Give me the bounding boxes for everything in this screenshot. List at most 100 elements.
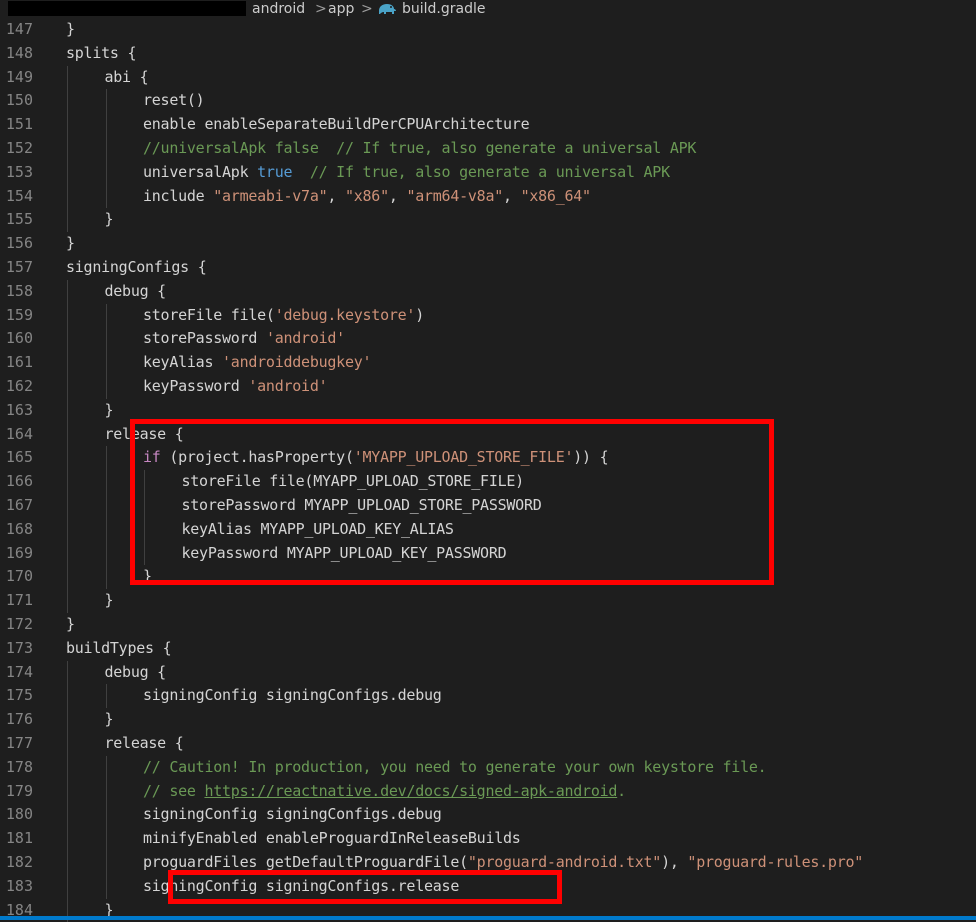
code-line[interactable]: 181 minifyEnabled enableProguardInRelease… — [0, 827, 976, 851]
code-line[interactable]: 158 debug { — [0, 279, 976, 304]
code-line[interactable]: 155} — [0, 208, 976, 233]
code-token: } — [104, 591, 114, 610]
code-line[interactable]: 175 signingConfig signingConfigs.debug — [0, 684, 976, 709]
code-text: } — [105, 399, 114, 423]
code-line[interactable]: 176} — [0, 708, 976, 732]
code-line[interactable]: 179 // see https://reactnative.dev/docs/s… — [0, 779, 976, 804]
code-text: } — [105, 208, 114, 232]
line-number: 171 — [5, 591, 33, 610]
code-token: proguardFiles getDefaultProguardFile( — [143, 853, 468, 871]
code-line[interactable]: 171} — [0, 589, 976, 613]
line-number: 151 — [5, 115, 33, 134]
line-number: 168 — [5, 519, 33, 538]
code-line[interactable]: 157 signingConfigs { — [0, 256, 976, 280]
code-line[interactable]: 178 // Caution! In production, you need t… — [0, 755, 976, 780]
indent-guide — [67, 279, 68, 304]
code-text: // see https://reactnative.dev/docs/sign… — [143, 780, 626, 804]
breadcrumb-item-build-gradle[interactable]: build.gradle — [402, 0, 486, 18]
code-line[interactable]: 173 buildTypes { — [0, 637, 976, 661]
code-line[interactable]: 156} — [0, 232, 976, 256]
code-line[interactable]: 162 keyPassword 'android' — [0, 375, 976, 399]
code-token: "proguard-android.txt" — [467, 853, 662, 871]
indent-guide — [105, 684, 107, 709]
line-number: 182 — [5, 853, 33, 871]
code-token: keyPassword — [143, 377, 249, 395]
indent-guide — [67, 113, 68, 137]
indent-guide — [67, 803, 68, 828]
code-line[interactable]: 148 splits { — [0, 42, 976, 66]
code-line[interactable]: 150 reset() — [0, 89, 976, 114]
code-token[interactable]: https://reactnative.dev/docs/signed-apk-… — [204, 782, 617, 800]
code-line[interactable]: 151 enable enableSeparateBuildPerCPUArchi… — [0, 113, 976, 137]
code-token: signingConfigs { — [66, 258, 207, 276]
line-number: 155 — [5, 210, 33, 229]
line-number: 178 — [5, 757, 33, 776]
line-number: 165 — [5, 448, 33, 467]
breadcrumb-item-android[interactable]: android — [252, 0, 305, 18]
indent-guide — [67, 755, 68, 780]
code-token: } — [66, 234, 75, 253]
indent-guide — [67, 446, 68, 471]
line-number: 157 — [5, 258, 33, 276]
indent-guide — [105, 160, 107, 185]
code-token: . — [617, 781, 626, 800]
code-line[interactable]: 172} — [0, 613, 976, 637]
indent-guide — [67, 565, 68, 590]
code-text: // Caution! In production, you need to g… — [143, 756, 767, 780]
code-line[interactable]: 149 abi { — [0, 65, 976, 90]
indent-guide — [67, 827, 68, 851]
line-number: 166 — [5, 472, 33, 491]
line-number: 172 — [5, 615, 33, 633]
code-line[interactable]: 180 signingConfig signingConfigs.debug — [0, 803, 976, 828]
indent-guide — [67, 65, 68, 90]
indent-guide — [67, 184, 68, 209]
highlight-box-signing-config-release — [168, 870, 562, 904]
code-text: universalApk true // If true, also gener… — [143, 161, 670, 185]
code-token: splits { — [66, 43, 137, 62]
breadcrumb-item-app[interactable]: app — [328, 0, 354, 18]
line-number: 160 — [5, 329, 33, 348]
line-number: 179 — [5, 781, 33, 800]
code-line[interactable]: 159 storeFile file('debug.keystore') — [0, 303, 976, 328]
indent-guide — [67, 708, 68, 732]
indent-guide — [67, 327, 68, 352]
code-line[interactable]: 152 //universalApk false // If true, also… — [0, 137, 976, 161]
line-number: 152 — [5, 139, 33, 157]
code-token: signingConfig signingConfigs.debug — [143, 805, 442, 824]
indent-guide — [105, 89, 107, 114]
code-token: 'android' — [265, 329, 345, 348]
code-line[interactable]: 161 keyAlias 'androiddebugkey' — [0, 351, 976, 375]
line-number: 149 — [5, 67, 33, 86]
code-token: // see — [143, 781, 205, 800]
indent-guide — [105, 137, 107, 161]
code-token: "arm64-v8a" — [406, 186, 504, 205]
indent-guide — [105, 327, 107, 352]
indent-guide — [67, 375, 68, 399]
indent-guide — [67, 137, 68, 161]
code-token: , — [503, 186, 521, 205]
code-line[interactable]: 147} — [0, 18, 976, 42]
code-text: debug { — [105, 280, 167, 304]
code-token: debug { — [104, 662, 167, 681]
code-token: } — [104, 710, 114, 729]
code-text: keyPassword 'android' — [143, 375, 328, 399]
code-line[interactable]: 154 include "armeabi-v7a", "x86", "arm64-… — [0, 184, 976, 209]
line-number: 181 — [5, 829, 33, 848]
indent-guide — [67, 422, 68, 447]
indent-guide — [105, 565, 107, 590]
line-number: 164 — [5, 424, 33, 443]
code-token: 'androiddebugkey' — [222, 353, 372, 372]
code-token: "proguard-rules.pro" — [687, 853, 864, 871]
code-line[interactable]: 174 debug { — [0, 660, 976, 685]
line-number: 175 — [5, 686, 33, 705]
code-line[interactable]: 177 release { — [0, 732, 976, 756]
code-token: // Caution! In production, you need to g… — [143, 757, 767, 776]
indent-guide — [67, 208, 68, 233]
code-line[interactable]: 160 storePassword 'android' — [0, 327, 976, 352]
indent-guide — [67, 89, 68, 114]
redacted-path-segment — [8, 1, 246, 16]
code-text: splits { — [66, 42, 137, 66]
code-token: release { — [104, 734, 184, 752]
code-line[interactable]: 153 universalApk true // If true, also ge… — [0, 160, 976, 185]
indent-guide — [105, 470, 107, 494]
